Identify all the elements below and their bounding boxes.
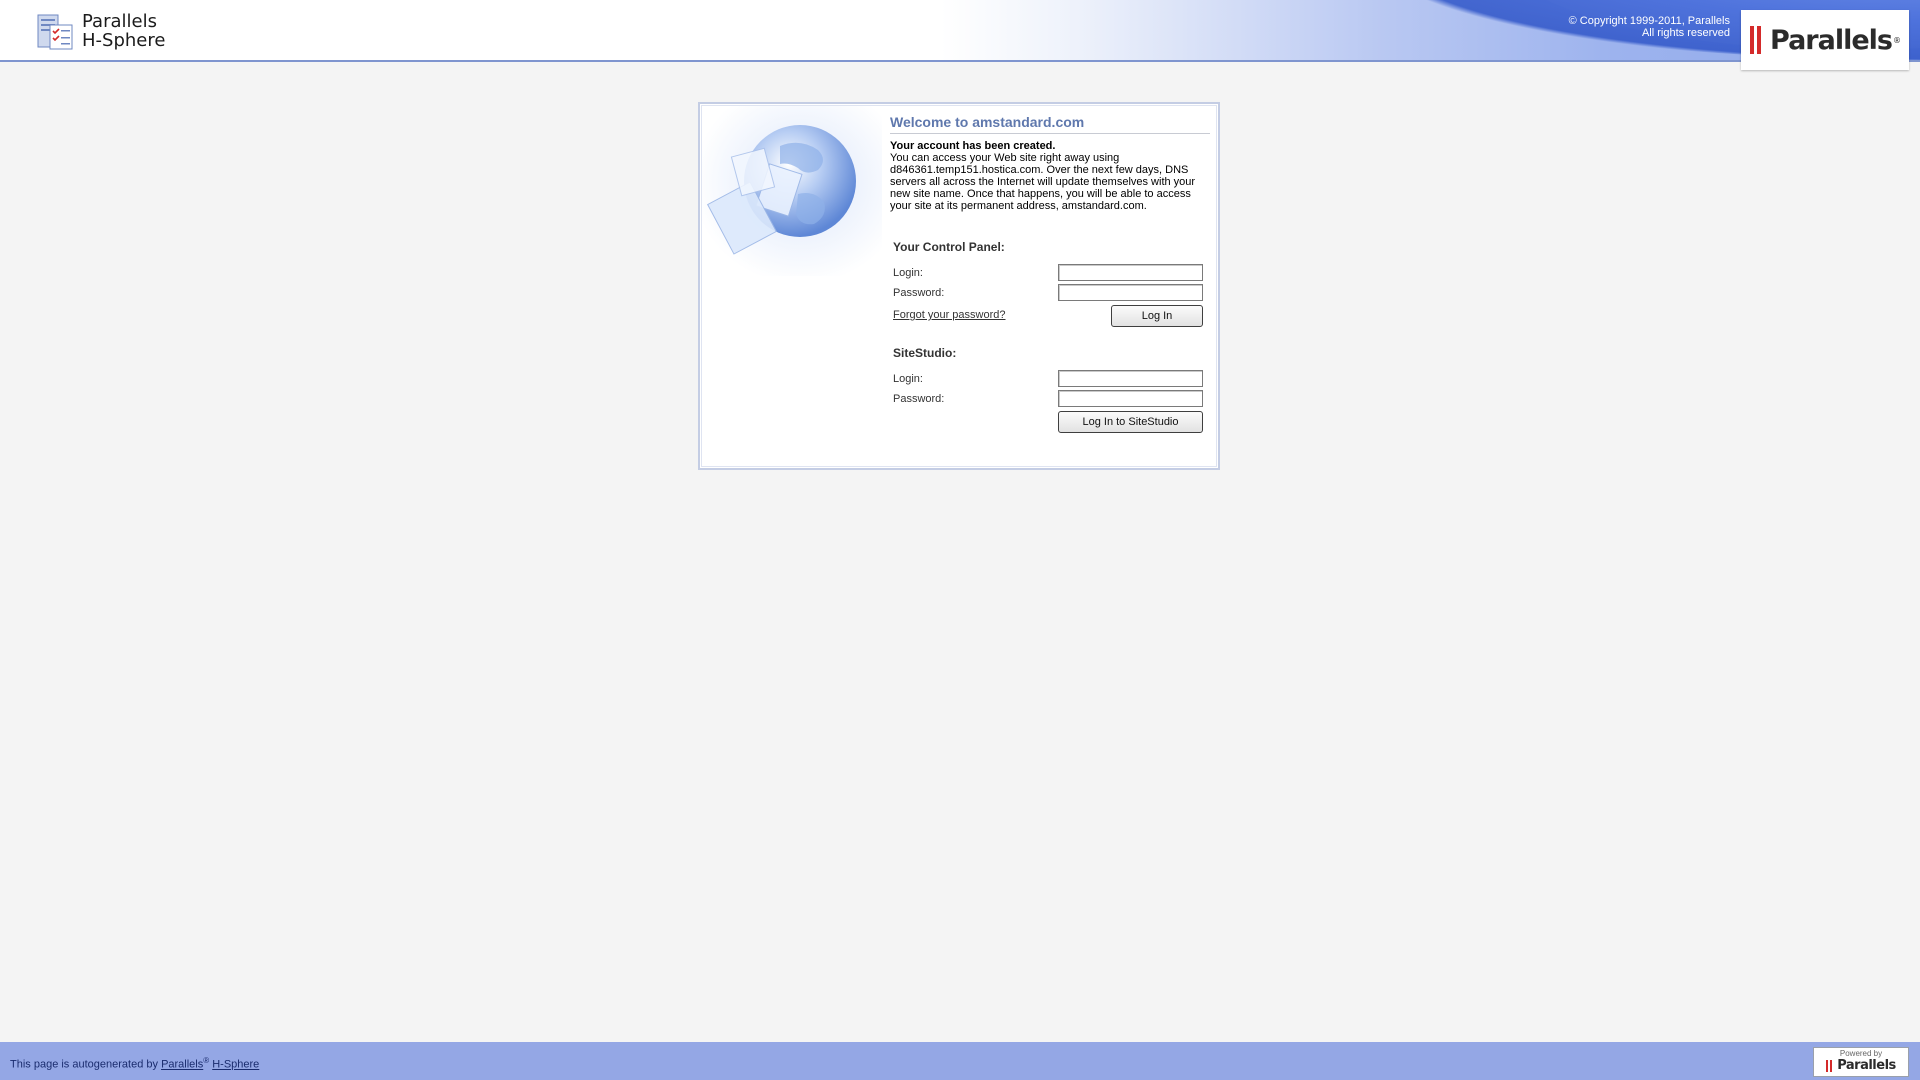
control-panel-title: Your Control Panel: xyxy=(893,240,1005,254)
page-footer: This page is autogenerated by Parallels®… xyxy=(0,1042,1920,1080)
ss-login-row: Login: xyxy=(890,370,1210,390)
footer-note: This page is autogenerated by Parallels®… xyxy=(10,1056,259,1071)
ss-password-label: Password: xyxy=(893,393,945,405)
rights-line: All rights reserved xyxy=(1641,27,1730,39)
ss-actions-row: Log In to SiteStudio xyxy=(890,410,1210,436)
page-header: Parallels H-Sphere © Copyright 1999-2011… xyxy=(0,0,1920,62)
control-panel-form: Your Control Panel: Login: Password: For… xyxy=(890,240,1210,330)
brand-registered-mark: ® xyxy=(1892,35,1901,45)
cp-login-button[interactable]: Log In xyxy=(1111,305,1203,327)
parallels-brand-logo: Parallels ® xyxy=(1741,10,1909,70)
cp-actions-row: Forgot your password? Log In xyxy=(890,304,1210,330)
footer-autogen-text: This page is autogenerated by xyxy=(10,1058,158,1071)
powered-brand-name: Parallels xyxy=(1837,1058,1896,1073)
welcome-panel: Welcome to amstandard.com Your account h… xyxy=(698,102,1220,470)
ss-login-input[interactable] xyxy=(1058,370,1203,387)
cp-password-row: Password: xyxy=(890,284,1210,304)
sitestudio-login-button[interactable]: Log In to SiteStudio xyxy=(1058,411,1203,433)
sitestudio-title: SiteStudio: xyxy=(893,346,957,360)
forgot-password-link[interactable]: Forgot your password? xyxy=(893,309,1006,321)
footer-registered-mark: ® xyxy=(203,1056,210,1065)
cp-login-input[interactable] xyxy=(1058,264,1203,281)
sitestudio-form: SiteStudio: Login: Password: Log In to S… xyxy=(890,346,1210,436)
cp-login-label: Login: xyxy=(893,267,923,279)
brand-name: Parallels xyxy=(1770,24,1893,56)
parallels-bars-icon xyxy=(1826,1059,1834,1072)
cp-login-row: Login: xyxy=(890,264,1210,284)
footer-hsphere-link[interactable]: H-Sphere xyxy=(212,1059,259,1071)
parallels-bars-icon xyxy=(1750,26,1764,54)
welcome-message: Your account has been created. You can a… xyxy=(890,140,1210,212)
copyright-line: © Copyright 1999-2011, Parallels xyxy=(1568,15,1730,27)
welcome-title: Welcome to amstandard.com xyxy=(890,112,1210,134)
globe-illustration xyxy=(702,106,882,276)
ss-password-input[interactable] xyxy=(1058,390,1203,407)
powered-by-wordmark: Parallels xyxy=(1826,1058,1896,1073)
welcome-content: Welcome to amstandard.com Your account h… xyxy=(890,112,1210,436)
powered-by-badge[interactable]: Powered by Parallels xyxy=(1813,1047,1909,1077)
powered-by-label: Powered by xyxy=(1839,1049,1883,1058)
logo-line-parallels: Parallels xyxy=(82,11,157,32)
cp-password-label: Password: xyxy=(893,287,945,299)
account-created-text: Your account has been created. xyxy=(890,140,1056,152)
ss-password-row: Password: xyxy=(890,390,1210,410)
copyright-notice: © Copyright 1999-2011, Parallels All rig… xyxy=(1569,15,1730,39)
account-info-text: You can access your Web site right away … xyxy=(890,152,1196,212)
cp-password-input[interactable] xyxy=(1058,284,1203,301)
ss-login-label: Login: xyxy=(893,373,923,385)
footer-parallels-link[interactable]: Parallels xyxy=(161,1059,203,1071)
hsphere-logo: Parallels H-Sphere xyxy=(36,10,165,52)
parallels-wordmark: Parallels ® xyxy=(1750,24,1901,56)
hsphere-logo-icon xyxy=(36,11,76,51)
logo-line-hsphere: H-Sphere xyxy=(82,30,166,51)
hsphere-logo-text: Parallels H-Sphere xyxy=(82,12,165,50)
